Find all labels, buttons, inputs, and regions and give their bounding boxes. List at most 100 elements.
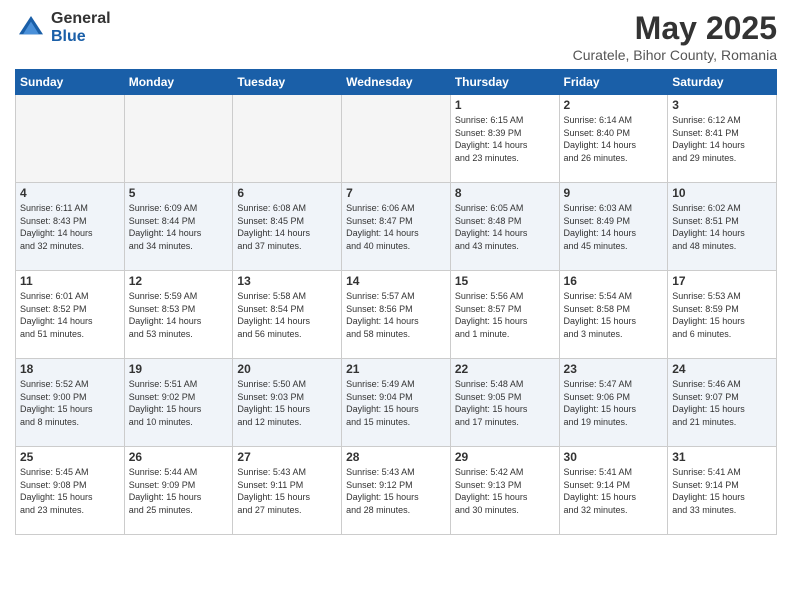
calendar-cell: 18Sunrise: 5:52 AM Sunset: 9:00 PM Dayli… [16,359,125,447]
day-info: Sunrise: 5:43 AM Sunset: 9:11 PM Dayligh… [237,466,337,516]
subtitle: Curatele, Bihor County, Romania [573,47,777,63]
week-row-2: 4 Sunrise: 6:11 AM Sunset: 8:43 PM Daylig… [16,183,777,271]
logo-icon [15,12,47,44]
calendar-cell: 10Sunrise: 6:02 AM Sunset: 8:51 PM Dayli… [668,183,777,271]
calendar-cell: 14 Sunrise: 5:57 AM Sunset: 8:56 PM Dayli… [342,271,451,359]
day-number: 29 [455,450,555,464]
day-info: Sunrise: 6:12 AM Sunset: 8:41 PM Dayligh… [672,114,772,164]
day-number: 14 [346,274,446,288]
day-info: Sunrise: 5:58 AM Sunset: 8:54 PM Dayligh… [237,290,337,340]
day-number: 31 [672,450,772,464]
day-info: Sunrise: 5:51 AM Sunset: 9:02 PM Dayligh… [129,378,229,428]
calendar-cell: 12 Sunrise: 5:59 AM Sunset: 8:53 PM Dayli… [124,271,233,359]
day-info: Sunrise: 6:08 AM Sunset: 8:45 PM Dayligh… [237,202,337,252]
day-number: 5 [129,186,229,200]
day-number: 15 [455,274,555,288]
day-number: 16 [564,274,664,288]
calendar-cell: 28 Sunrise: 5:43 AM Sunset: 9:12 PM Dayli… [342,447,451,535]
calendar-cell: 20Sunrise: 5:50 AM Sunset: 9:03 PM Dayli… [233,359,342,447]
day-info: Sunrise: 5:43 AM Sunset: 9:12 PM Dayligh… [346,466,446,516]
day-number: 13 [237,274,337,288]
day-number: 11 [20,274,120,288]
day-info: Sunrise: 6:02 AM Sunset: 8:51 PM Dayligh… [672,202,772,252]
day-number: 26 [129,450,229,464]
day-number: 1 [455,98,555,112]
day-number: 23 [564,362,664,376]
day-number: 9 [564,186,664,200]
day-number: 21 [346,362,446,376]
day-info: Sunrise: 6:05 AM Sunset: 8:48 PM Dayligh… [455,202,555,252]
day-info: Sunrise: 5:57 AM Sunset: 8:56 PM Dayligh… [346,290,446,340]
day-number: 3 [672,98,772,112]
main-title: May 2025 [573,10,777,47]
day-number: 28 [346,450,446,464]
day-number: 6 [237,186,337,200]
calendar-cell: 2 Sunrise: 6:14 AM Sunset: 8:40 PM Daylig… [559,95,668,183]
day-info: Sunrise: 6:14 AM Sunset: 8:40 PM Dayligh… [564,114,664,164]
logo-text: General Blue [51,10,111,45]
calendar-cell: 27Sunrise: 5:43 AM Sunset: 9:11 PM Dayli… [233,447,342,535]
day-number: 25 [20,450,120,464]
day-number: 7 [346,186,446,200]
day-info: Sunrise: 6:09 AM Sunset: 8:44 PM Dayligh… [129,202,229,252]
calendar-cell: 4 Sunrise: 6:11 AM Sunset: 8:43 PM Daylig… [16,183,125,271]
logo-general: General [51,10,111,28]
day-info: Sunrise: 5:41 AM Sunset: 9:14 PM Dayligh… [672,466,772,516]
day-number: 30 [564,450,664,464]
calendar-cell: 30 Sunrise: 5:41 AM Sunset: 9:14 PM Dayli… [559,447,668,535]
day-info: Sunrise: 6:06 AM Sunset: 8:47 PM Dayligh… [346,202,446,252]
day-number: 12 [129,274,229,288]
day-info: Sunrise: 5:56 AM Sunset: 8:57 PM Dayligh… [455,290,555,340]
calendar-cell: 17 Sunrise: 5:53 AM Sunset: 8:59 PM Dayli… [668,271,777,359]
title-block: May 2025 Curatele, Bihor County, Romania [573,10,777,63]
day-header-friday: Friday [559,70,668,95]
day-header-thursday: Thursday [450,70,559,95]
calendar-cell: 21 Sunrise: 5:49 AM Sunset: 9:04 PM Dayli… [342,359,451,447]
calendar-cell: 23 Sunrise: 5:47 AM Sunset: 9:06 PM Dayli… [559,359,668,447]
calendar-cell [233,95,342,183]
calendar-cell: 1 Sunrise: 6:15 AM Sunset: 8:39 PM Daylig… [450,95,559,183]
day-info: Sunrise: 5:59 AM Sunset: 8:53 PM Dayligh… [129,290,229,340]
day-info: Sunrise: 5:42 AM Sunset: 9:13 PM Dayligh… [455,466,555,516]
day-info: Sunrise: 5:46 AM Sunset: 9:07 PM Dayligh… [672,378,772,428]
calendar-cell: 9 Sunrise: 6:03 AM Sunset: 8:49 PM Daylig… [559,183,668,271]
day-info: Sunrise: 5:41 AM Sunset: 9:14 PM Dayligh… [564,466,664,516]
day-number: 4 [20,186,120,200]
week-row-1: 1 Sunrise: 6:15 AM Sunset: 8:39 PM Daylig… [16,95,777,183]
calendar-table: SundayMondayTuesdayWednesdayThursdayFrid… [15,69,777,535]
header-row: SundayMondayTuesdayWednesdayThursdayFrid… [16,70,777,95]
page-header: General Blue May 2025 Curatele, Bihor Co… [15,10,777,63]
day-info: Sunrise: 5:49 AM Sunset: 9:04 PM Dayligh… [346,378,446,428]
calendar-cell: 7 Sunrise: 6:06 AM Sunset: 8:47 PM Daylig… [342,183,451,271]
day-number: 22 [455,362,555,376]
day-info: Sunrise: 5:53 AM Sunset: 8:59 PM Dayligh… [672,290,772,340]
calendar-cell: 26Sunrise: 5:44 AM Sunset: 9:09 PM Dayli… [124,447,233,535]
day-number: 2 [564,98,664,112]
day-info: Sunrise: 6:15 AM Sunset: 8:39 PM Dayligh… [455,114,555,164]
day-header-tuesday: Tuesday [233,70,342,95]
day-header-sunday: Sunday [16,70,125,95]
day-info: Sunrise: 6:11 AM Sunset: 8:43 PM Dayligh… [20,202,120,252]
day-info: Sunrise: 5:54 AM Sunset: 8:58 PM Dayligh… [564,290,664,340]
day-number: 19 [129,362,229,376]
calendar-cell [16,95,125,183]
day-info: Sunrise: 6:01 AM Sunset: 8:52 PM Dayligh… [20,290,120,340]
calendar-cell: 25 Sunrise: 5:45 AM Sunset: 9:08 PM Dayli… [16,447,125,535]
day-header-wednesday: Wednesday [342,70,451,95]
calendar-cell: 13 Sunrise: 5:58 AM Sunset: 8:54 PM Dayli… [233,271,342,359]
day-info: Sunrise: 5:50 AM Sunset: 9:03 PM Dayligh… [237,378,337,428]
calendar-cell: 16 Sunrise: 5:54 AM Sunset: 8:58 PM Dayli… [559,271,668,359]
calendar-cell: 19 Sunrise: 5:51 AM Sunset: 9:02 PM Dayli… [124,359,233,447]
day-number: 17 [672,274,772,288]
calendar-cell: 8 Sunrise: 6:05 AM Sunset: 8:48 PM Daylig… [450,183,559,271]
day-info: Sunrise: 5:45 AM Sunset: 9:08 PM Dayligh… [20,466,120,516]
day-info: Sunrise: 5:47 AM Sunset: 9:06 PM Dayligh… [564,378,664,428]
calendar-cell [124,95,233,183]
logo: General Blue [15,10,111,45]
day-number: 8 [455,186,555,200]
day-info: Sunrise: 6:03 AM Sunset: 8:49 PM Dayligh… [564,202,664,252]
calendar-cell [342,95,451,183]
logo-blue: Blue [51,28,111,46]
week-row-5: 25 Sunrise: 5:45 AM Sunset: 9:08 PM Dayli… [16,447,777,535]
calendar-cell: 22Sunrise: 5:48 AM Sunset: 9:05 PM Dayli… [450,359,559,447]
